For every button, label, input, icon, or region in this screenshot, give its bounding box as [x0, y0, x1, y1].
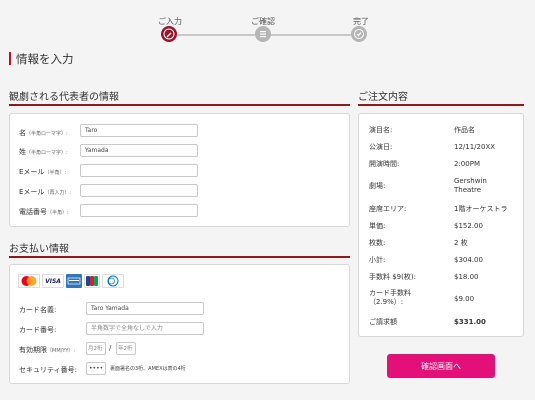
- email-confirm-label: Eメール（再入力）:: [19, 188, 72, 196]
- order-row-value: 2:00PM: [454, 160, 480, 168]
- order-row-value: 2 枚: [454, 239, 468, 247]
- step-complete-check-icon: [351, 26, 367, 42]
- card-name-label: カード名義:: [19, 306, 57, 314]
- order-row-key: 開演時間:: [369, 160, 400, 168]
- confirm-button[interactable]: 確認画面へ: [387, 354, 495, 378]
- first-name-input[interactable]: [80, 124, 198, 137]
- mastercard-icon: [18, 274, 40, 288]
- phone-label: 電話番号（半角）:: [19, 208, 69, 216]
- last-name-input[interactable]: [80, 144, 198, 157]
- payment-heading: お支払い情報: [9, 244, 69, 255]
- order-row-key: 座席エリア:: [369, 205, 407, 213]
- expiry-label: 有効期限（MM/YY）:: [19, 346, 76, 354]
- order-row-value: Gershwin Theatre: [454, 177, 487, 194]
- first-name-label: 名（半角ローマ字）:: [19, 129, 68, 137]
- phone-input[interactable]: [80, 204, 198, 217]
- order-rule: [358, 104, 524, 106]
- representative-rule: [9, 104, 350, 106]
- order-row-value: $304.00: [454, 256, 483, 264]
- representative-panel: 名（半角ローマ字）: 姓（半角ローマ字）: Eメール（半角）: Eメール（再入力…: [9, 113, 350, 227]
- order-row-value: 12/11/20XX: [454, 143, 496, 151]
- expiry-year-input[interactable]: [116, 342, 136, 355]
- security-code-input[interactable]: [86, 362, 106, 375]
- order-row-key: カード手数料 （2.9%）:: [369, 289, 411, 306]
- order-row-key: 枚数:: [369, 239, 386, 247]
- email-confirm-input[interactable]: [80, 184, 198, 197]
- order-row-key: 単価:: [369, 222, 386, 230]
- page-title: 情報を入力: [16, 52, 74, 66]
- card-name-input[interactable]: [86, 302, 204, 315]
- order-row-key: 演目名:: [369, 126, 393, 134]
- security-code-label: セキュリティ番号:: [19, 366, 77, 374]
- order-row-key: 小計:: [369, 256, 386, 264]
- order-total-label: ご請求額: [369, 318, 397, 326]
- order-row-key: 公演日:: [369, 143, 393, 151]
- page-title-accent: [9, 52, 11, 65]
- order-row-value: $18.00: [454, 273, 479, 281]
- payment-rule: [9, 256, 350, 258]
- order-row-value: $9.00: [454, 295, 475, 303]
- step-confirm-list-icon: [255, 26, 271, 42]
- jcb-icon: [84, 274, 100, 288]
- order-row-key: 手数料 $9(枚):: [369, 273, 416, 281]
- expiry-month-input[interactable]: [86, 342, 106, 355]
- amex-icon: [66, 274, 82, 288]
- order-row-value: $152.00: [454, 222, 483, 230]
- card-number-input[interactable]: [86, 322, 204, 335]
- diners-club-icon: [102, 274, 124, 288]
- order-heading: ご注文内容: [358, 92, 408, 103]
- order-row-value: 1階オーケストラ: [454, 205, 508, 213]
- visa-icon: VISA: [42, 274, 64, 288]
- order-total-value: $331.00: [454, 318, 486, 326]
- email-input[interactable]: [80, 164, 198, 177]
- order-row-value: 作品名: [454, 126, 475, 134]
- payment-panel: VISA カード名義: カード番号: 有効期限（MM/YY）: / セキュリティ…: [9, 264, 350, 384]
- last-name-label: 姓（半角ローマ字）:: [19, 148, 68, 156]
- card-number-label: カード番号:: [19, 326, 57, 334]
- representative-heading: 観劇される代表者の情報: [9, 92, 119, 103]
- card-logos: VISA: [18, 274, 124, 288]
- expiry-separator: /: [109, 344, 112, 352]
- order-row-key: 劇場:: [369, 182, 386, 190]
- email-label: Eメール（半角）:: [19, 168, 67, 176]
- order-panel: 演目名: 作品名 公演日: 12/11/20XX 開演時間: 2:00PM 劇場…: [358, 113, 524, 337]
- step-input-pen-icon: [161, 26, 177, 42]
- security-code-hint: 裏面署名の3桁、AMEXは表の4桁: [110, 366, 186, 372]
